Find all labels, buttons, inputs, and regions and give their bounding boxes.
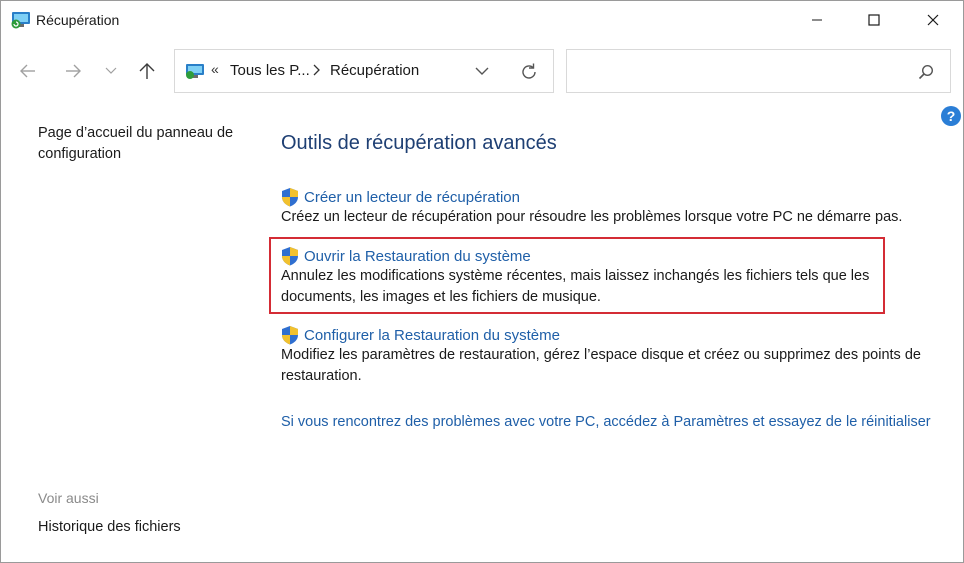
- uac-shield-icon: [282, 326, 298, 345]
- maximize-button[interactable]: [851, 1, 897, 39]
- help-icon[interactable]: ?: [941, 106, 961, 126]
- chevron-right-icon[interactable]: [311, 63, 321, 77]
- file-history-link[interactable]: Historique des fichiers: [38, 519, 181, 535]
- reset-pc-link[interactable]: Si vous rencontrez des problèmes avec vo…: [281, 414, 931, 430]
- chevron-down-icon: [105, 67, 117, 74]
- control-panel-icon: [186, 64, 204, 79]
- task-description: Créez un lecteur de récupération pour ré…: [281, 209, 903, 225]
- close-button[interactable]: [910, 1, 956, 39]
- arrow-up-icon: [139, 63, 155, 79]
- back-button[interactable]: [15, 57, 41, 85]
- task-configure-system-restore: Configurer la Restauration du système Mo…: [281, 325, 951, 386]
- title-bar: Récupération: [1, 1, 963, 39]
- up-button[interactable]: [134, 57, 160, 85]
- uac-shield-icon: [282, 188, 298, 207]
- see-also-heading: Voir aussi: [38, 490, 99, 506]
- minimize-icon: [812, 19, 822, 21]
- search-input[interactable]: [566, 49, 951, 93]
- breadcrumb-overflow[interactable]: «: [211, 61, 219, 77]
- recent-locations-button[interactable]: [100, 57, 122, 85]
- close-icon: [927, 14, 939, 26]
- breadcrumb-segment-all-items[interactable]: Tous les P...: [230, 62, 310, 79]
- window-title: Récupération: [36, 12, 120, 28]
- minimize-button[interactable]: [794, 1, 840, 39]
- task-create-recovery-drive: Créer un lecteur de récupération Créez u…: [281, 187, 951, 228]
- chevron-down-icon[interactable]: [473, 64, 491, 78]
- breadcrumb-segment-recovery[interactable]: Récupération: [330, 62, 419, 79]
- address-bar[interactable]: « Tous les P... Récupération: [174, 49, 554, 93]
- recovery-icon: [11, 12, 30, 29]
- create-recovery-drive-link[interactable]: Créer un lecteur de récupération: [304, 189, 520, 206]
- arrow-right-icon: [66, 64, 81, 78]
- search-icon[interactable]: [918, 64, 934, 80]
- configure-system-restore-link[interactable]: Configurer la Restauration du système: [304, 327, 560, 344]
- recovery-window: Récupération « Tous les P... Récupératio…: [0, 0, 964, 563]
- refresh-icon[interactable]: [519, 62, 539, 82]
- arrow-left-icon: [20, 64, 35, 78]
- page-title: Outils de récupération avancés: [281, 132, 557, 154]
- forward-button[interactable]: [60, 57, 86, 85]
- control-panel-home-link[interactable]: Page d’accueil du panneau de configurati…: [38, 123, 248, 164]
- highlight-annotation-box: [269, 237, 885, 314]
- maximize-icon: [868, 14, 880, 26]
- task-description: Modifiez les paramètres de restauration,…: [281, 347, 921, 384]
